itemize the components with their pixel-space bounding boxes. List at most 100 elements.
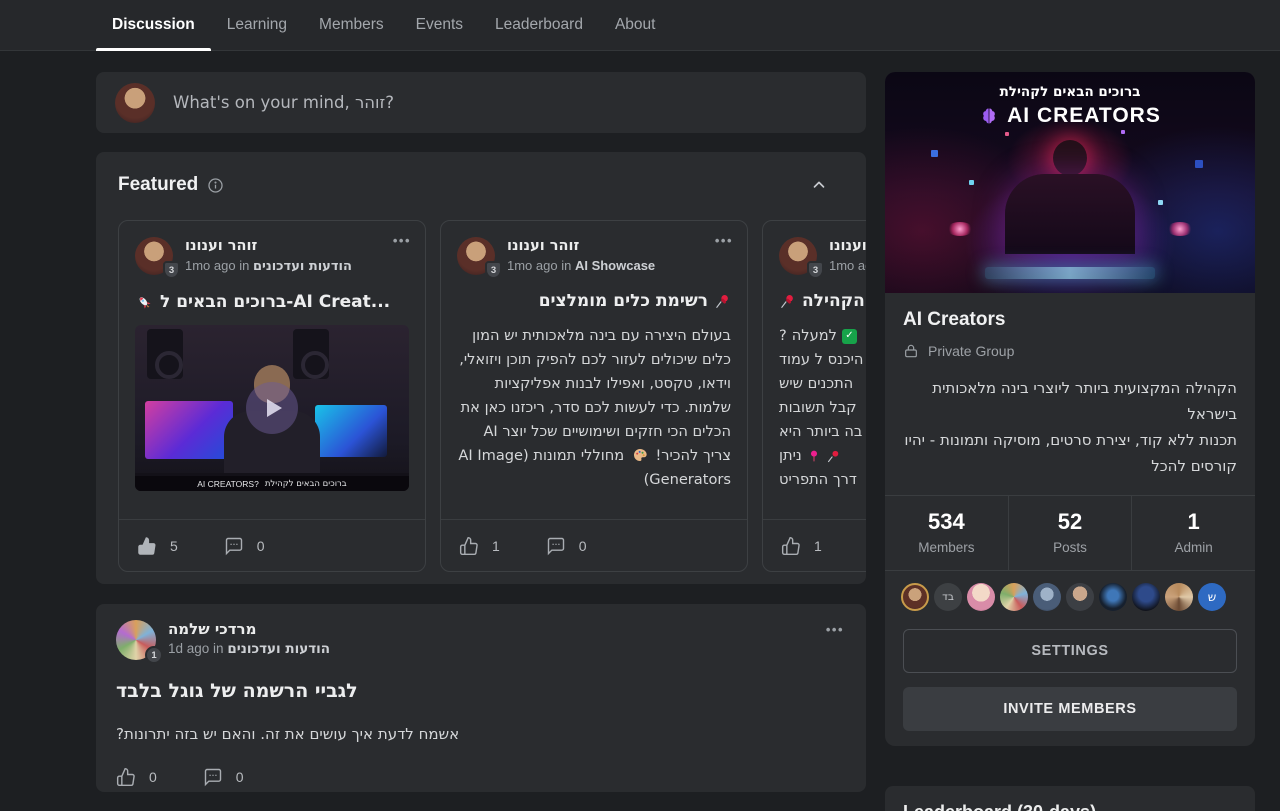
brain-icon bbox=[979, 106, 999, 126]
post-time: 1mo ago in bbox=[829, 258, 866, 273]
tab-learning[interactable]: Learning bbox=[211, 0, 303, 50]
pushpin-icon bbox=[714, 293, 731, 310]
group-info-panel: ברוכים הבאים לקהילת AI CREATORS AI Creat… bbox=[885, 72, 1255, 746]
tab-leaderboard[interactable]: Leaderboard bbox=[479, 0, 599, 50]
feed-post-card[interactable]: 1 מרדכי שלמה 1d ago in הודעות ועדכונים •… bbox=[96, 604, 866, 792]
like-button[interactable] bbox=[781, 536, 801, 556]
comment-button[interactable] bbox=[224, 536, 244, 556]
cover-welcome-text: ברוכים הבאים לקהילת bbox=[885, 84, 1255, 100]
body-fragment: בה ביותר היא bbox=[779, 420, 862, 444]
post-title[interactable]: הקהילה bbox=[802, 291, 865, 311]
post-category[interactable]: הודעות ועדכונים bbox=[253, 259, 352, 274]
member-avatar[interactable] bbox=[1132, 583, 1160, 611]
like-count: 1 bbox=[814, 538, 822, 554]
cover-hand-left bbox=[947, 222, 973, 236]
composer-prompt[interactable]: What's on your mind, זוהר? bbox=[173, 93, 394, 112]
member-avatar[interactable] bbox=[901, 583, 929, 611]
post-author[interactable]: זוהר וענונו bbox=[185, 237, 352, 255]
comment-button[interactable] bbox=[203, 767, 223, 787]
cover-hand-right bbox=[1167, 222, 1193, 236]
like-count: 1 bbox=[492, 538, 500, 554]
post-body-text: אשמח לדעת איך עושים את זה. והאם יש בזה י… bbox=[116, 725, 459, 743]
cover-particle bbox=[969, 180, 974, 185]
post-title[interactable]: לגביי הרשמה של גוגל בלבד bbox=[116, 680, 358, 702]
cover-group-name: AI CREATORS bbox=[1007, 104, 1161, 128]
group-cover-image: ברוכים הבאים לקהילת AI CREATORS bbox=[885, 72, 1255, 293]
member-avatar[interactable] bbox=[1099, 583, 1127, 611]
post-time: 1mo ago in bbox=[507, 258, 571, 273]
featured-post-card-welcome[interactable]: 3 זוהר וענונו 1mo ago in הודעות ועדכונים… bbox=[118, 220, 426, 572]
like-count: 5 bbox=[170, 538, 178, 554]
member-avatar[interactable] bbox=[1165, 583, 1193, 611]
more-options-icon[interactable]: ••• bbox=[393, 233, 411, 248]
post-author[interactable]: מרדכי שלמה bbox=[168, 620, 330, 638]
cover-particle bbox=[1121, 130, 1125, 134]
post-category[interactable]: AI Showcase bbox=[575, 258, 655, 273]
more-options-icon[interactable]: ••• bbox=[715, 233, 733, 248]
body-fragment: קבל תשובות bbox=[779, 396, 857, 420]
post-composer[interactable]: What's on your mind, זוהר? bbox=[96, 72, 866, 133]
tab-members[interactable]: Members bbox=[303, 0, 400, 50]
like-button[interactable] bbox=[459, 536, 479, 556]
lock-icon bbox=[903, 343, 919, 359]
admin-label: Admin bbox=[1132, 540, 1255, 555]
play-button[interactable] bbox=[246, 382, 298, 434]
cover-particle bbox=[931, 150, 938, 157]
like-button[interactable] bbox=[116, 767, 136, 787]
post-title[interactable]: רשימת כלים מומלצים bbox=[539, 291, 708, 311]
member-avatar[interactable] bbox=[1033, 583, 1061, 611]
comment-button[interactable] bbox=[546, 536, 566, 556]
cover-figure bbox=[1053, 140, 1087, 176]
featured-section: Featured 3 זוהר וענונו 1mo ago in הודעות… bbox=[96, 152, 866, 584]
leaderboard-card: Leaderboard (30-days) bbox=[885, 786, 1255, 811]
comment-count: 0 bbox=[236, 769, 244, 785]
video-caption-latin: AI CREATORS? bbox=[197, 479, 259, 489]
like-button[interactable] bbox=[137, 536, 157, 556]
more-options-icon[interactable]: ••• bbox=[826, 622, 844, 637]
level-badge: 1 bbox=[145, 646, 163, 664]
top-nav: Discussion Learning Members Events Leade… bbox=[0, 0, 1280, 51]
post-category[interactable]: הודעות ועדכונים bbox=[227, 641, 330, 657]
admin-count: 1 bbox=[1132, 509, 1255, 535]
info-icon[interactable] bbox=[207, 177, 224, 194]
collapse-chevron-up-icon[interactable] bbox=[810, 176, 828, 194]
featured-cards-row: 3 זוהר וענונו 1mo ago in הודעות ועדכונים… bbox=[118, 220, 860, 572]
settings-button[interactable]: SETTINGS bbox=[903, 629, 1237, 673]
invite-members-button[interactable]: INVITE MEMBERS bbox=[903, 687, 1237, 731]
post-body-text: בעולם היצירה עם בינה מלאכותית יש המון כל… bbox=[459, 327, 731, 464]
member-avatar-initials[interactable]: ש bbox=[1198, 583, 1226, 611]
featured-post-card-community[interactable]: 3 זוהר וענונו 1mo ago in הקהילה ✓ למעלה … bbox=[762, 220, 866, 572]
posts-count: 52 bbox=[1009, 509, 1132, 535]
members-label: Members bbox=[885, 540, 1008, 555]
video-caption-hebrew: ברוכים הבאים לקהילת bbox=[265, 479, 347, 489]
tab-discussion[interactable]: Discussion bbox=[96, 0, 211, 50]
level-badge: 3 bbox=[163, 261, 180, 279]
body-fragment: ? bbox=[779, 324, 787, 348]
member-avatar[interactable] bbox=[1000, 583, 1028, 611]
check-box-icon: ✓ bbox=[842, 329, 857, 344]
like-count: 0 bbox=[149, 769, 157, 785]
post-time: 1d ago in bbox=[168, 641, 224, 656]
featured-title: Featured bbox=[118, 174, 198, 196]
body-fragment: למעלה bbox=[792, 324, 837, 348]
post-title[interactable]: ברוכים הבאים ל-AI Creat... bbox=[160, 292, 390, 312]
speaker-right bbox=[293, 329, 329, 379]
tab-events[interactable]: Events bbox=[400, 0, 479, 50]
post-author[interactable]: זוהר וענונו bbox=[829, 237, 866, 255]
member-avatar[interactable] bbox=[1066, 583, 1094, 611]
member-avatar[interactable] bbox=[967, 583, 995, 611]
cover-particle bbox=[1158, 200, 1163, 205]
level-badge: 3 bbox=[807, 261, 824, 279]
group-name: AI Creators bbox=[903, 309, 1237, 331]
member-avatar-initials[interactable]: בד bbox=[934, 583, 962, 611]
tab-about[interactable]: About bbox=[599, 0, 672, 50]
post-time: 1mo ago in bbox=[185, 258, 249, 273]
post-author[interactable]: זוהר וענונו bbox=[507, 237, 655, 255]
current-user-avatar[interactable] bbox=[115, 83, 155, 123]
video-thumbnail[interactable]: AI CREATORS? ברוכים הבאים לקהילת bbox=[135, 325, 409, 491]
featured-post-card-tools[interactable]: 3 זוהר וענונו 1mo ago in AI Showcase •••… bbox=[440, 220, 748, 572]
privacy-label: Private Group bbox=[928, 343, 1014, 359]
body-fragment: דרך התפריט bbox=[779, 468, 857, 492]
pushpin-icon bbox=[826, 449, 841, 464]
round-pushpin-icon bbox=[807, 449, 821, 463]
